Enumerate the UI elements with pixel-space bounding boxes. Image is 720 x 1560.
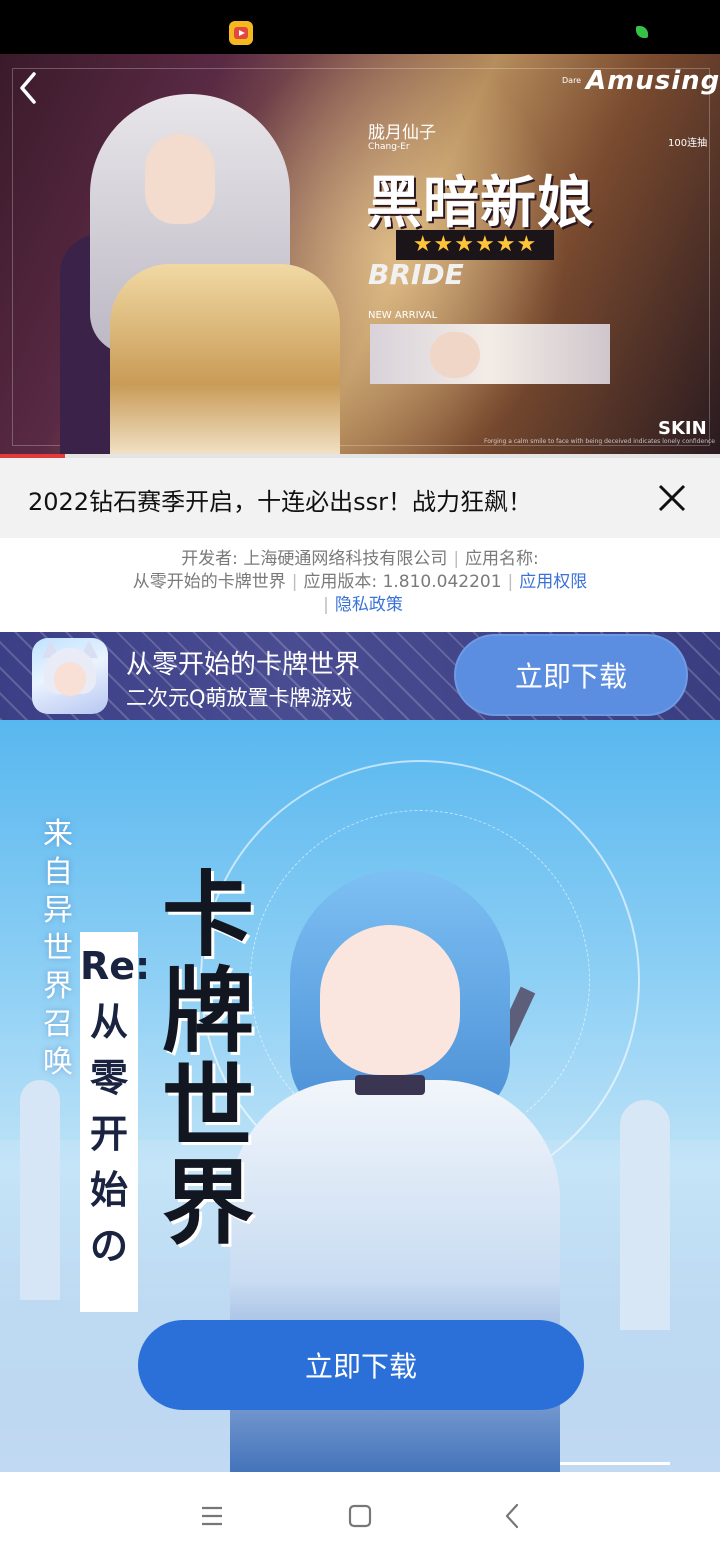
ad-headline-text: 2022钻石赛季开启，十连必出ssr！战力狂飙！ <box>28 488 532 516</box>
poster-side-text: 来自异世界召唤 <box>43 817 73 1080</box>
banner-brand-small: Dare <box>562 76 582 85</box>
system-nav-bar <box>0 1472 720 1560</box>
ad-banner-image[interactable]: Dare Amusing 100连抽 胧月仙子 Chang-Er 黑暗新娘 ★★… <box>0 54 720 454</box>
status-bar <box>0 0 720 54</box>
close-icon <box>658 484 686 512</box>
app-version: 应用版本: 1.810.042201 <box>303 572 502 592</box>
developer-name: 开发者: 上海硬通网络科技有限公司 <box>181 549 448 569</box>
banner-skin-label: SKIN <box>658 418 707 439</box>
permissions-link[interactable]: 应用权限 <box>519 572 587 592</box>
download-button-top[interactable]: 立即下载 <box>454 634 688 716</box>
app-name-label: 应用名称: <box>465 549 539 569</box>
back-triangle-icon <box>505 1503 519 1529</box>
banner-arrival: NEW ARRIVAL <box>368 310 438 321</box>
recent-apps-button[interactable] <box>182 1490 242 1542</box>
ad-headline-bar: 2022钻石赛季开启，十连必出ssr！战力狂飙！ <box>0 458 720 538</box>
banner-side-note: 100连抽 <box>668 138 708 149</box>
banner-brand: Amusing <box>586 66 720 96</box>
banner-character-name-en: Chang-Er <box>368 142 410 152</box>
nav-back-button[interactable] <box>482 1490 542 1542</box>
developer-info: 开发者: 上海硬通网络科技有限公司 | 应用名称: 从零开始的卡牌世界 | 应用版本: … <box>0 548 720 617</box>
banner-character-name: 胧月仙子 <box>368 123 436 143</box>
download-button-main[interactable]: 立即下载 <box>138 1320 584 1410</box>
close-button[interactable] <box>654 480 690 516</box>
separator: | <box>323 595 329 615</box>
home-button[interactable] <box>330 1490 390 1542</box>
chevron-left-icon <box>20 72 36 104</box>
banner-subtitle: BRIDE <box>368 258 464 291</box>
app-tagline: 二次元Q萌放置卡牌游戏 <box>126 686 353 710</box>
banner-caption: Forging a calm smile to face with being … <box>484 438 715 445</box>
banner-stars: ★★★★★★ <box>396 230 554 260</box>
separator: | <box>507 572 514 592</box>
game-app-icon[interactable] <box>32 638 108 714</box>
app-name-value: 从零开始的卡牌世界 <box>132 572 286 592</box>
leaf-icon <box>636 26 648 38</box>
privacy-link[interactable]: 隐私政策 <box>335 595 403 615</box>
poster-subtitle: Re:从零开始の <box>80 944 151 1268</box>
app-name: 从零开始的卡牌世界 <box>126 650 361 680</box>
menu-icon <box>202 1506 222 1526</box>
banner-character <box>60 94 370 454</box>
poster-title: 卡牌世界 <box>161 862 254 1257</box>
banner-title: 黑暗新娘 <box>366 171 594 236</box>
video-app-icon <box>229 21 253 45</box>
poster-corner-mark <box>560 1462 670 1472</box>
back-button[interactable] <box>14 68 46 108</box>
separator: | <box>453 549 460 569</box>
separator: | <box>291 572 298 592</box>
banner-portrait <box>370 324 610 384</box>
home-square-icon <box>348 1504 372 1528</box>
